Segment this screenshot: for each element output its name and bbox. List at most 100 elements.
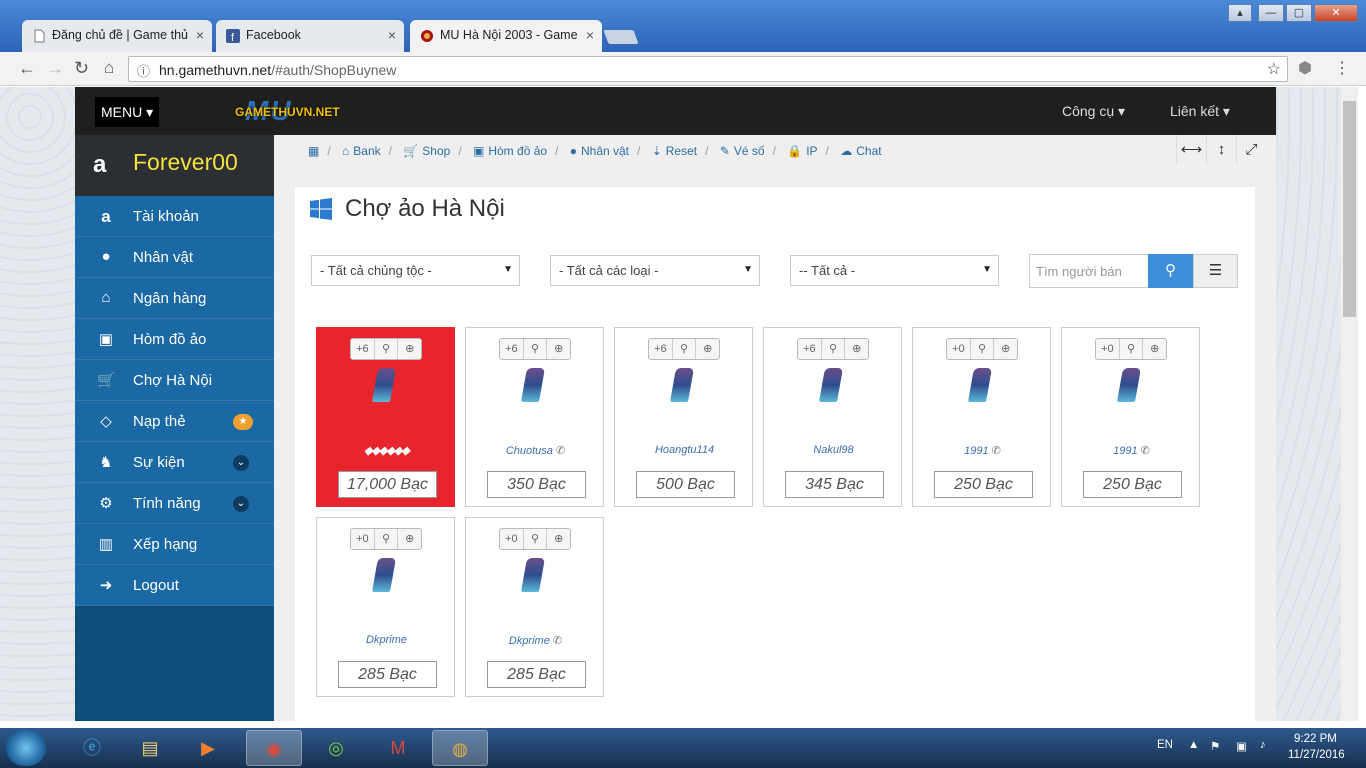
item-image[interactable]: [372, 558, 396, 592]
file-explorer-icon[interactable]: ▤: [122, 730, 178, 766]
crumb-lottery[interactable]: Vé số: [734, 144, 765, 158]
search-icon[interactable]: ⚲: [673, 339, 697, 359]
price-button[interactable]: 500 Bạc: [636, 471, 735, 498]
info-icon[interactable]: ⓘ: [137, 61, 150, 80]
race-filter-select[interactable]: - Tất cả chủng tộc - ▼: [311, 255, 520, 286]
browser-tab-1[interactable]: Đăng chủ đề | Game thủ ×: [22, 20, 212, 52]
sidebar-item-bank[interactable]: ⌂ Ngân hàng: [75, 278, 274, 319]
item-image[interactable]: [968, 368, 992, 402]
sidebar-item-character[interactable]: ● Nhân vật: [75, 237, 274, 278]
mu-launcher-icon[interactable]: M: [370, 730, 426, 766]
chrome-icon[interactable]: ◉: [246, 730, 302, 766]
sidebar-item-topup[interactable]: ◇ Nạp thẻ ★: [75, 401, 274, 442]
minimize-button[interactable]: —: [1258, 4, 1284, 22]
listing-card[interactable]: +0 ⚲ ⊕ 1991 ✆ 250 Bạc: [1061, 327, 1200, 507]
price-button[interactable]: 285 Bạc: [487, 661, 586, 688]
browser-tab-3[interactable]: MU Hà Nội 2003 - Game ×: [410, 20, 602, 52]
fullscreen-icon[interactable]: ⤢: [1236, 135, 1266, 165]
extension-icon[interactable]: ⬢: [1298, 58, 1312, 78]
item-image[interactable]: [819, 368, 843, 402]
listing-card[interactable]: +6 ⚲ ⊕ Chuotusa ✆ 350 Bạc: [465, 327, 604, 507]
zoom-in-icon[interactable]: ⊕: [994, 339, 1017, 359]
zoom-in-icon[interactable]: ⊕: [547, 339, 570, 359]
type-filter-select[interactable]: - Tất cả các loại - ▼: [550, 255, 760, 286]
home-icon[interactable]: ⌂: [104, 58, 114, 78]
crumb-vault[interactable]: Hòm đồ ảo: [488, 144, 547, 158]
chevron-down-icon[interactable]: ⌄: [233, 496, 249, 512]
price-button[interactable]: 350 Bạc: [487, 471, 586, 498]
zoom-in-icon[interactable]: ⊕: [1143, 339, 1166, 359]
site-logo[interactable]: MU GAMETHUVN.NET: [235, 95, 355, 126]
forward-arrow-icon[interactable]: →: [46, 58, 64, 79]
page-scrollbar[interactable]: [1341, 87, 1358, 721]
new-tab-button[interactable]: [603, 30, 639, 44]
back-arrow-icon[interactable]: ←: [18, 58, 36, 79]
clock-time[interactable]: 9:22 PM: [1294, 733, 1337, 745]
action-center-icon[interactable]: ⚑: [1210, 739, 1220, 753]
listing-card[interactable]: +0 ⚲ ⊕ 1991 ✆ 250 Bạc: [912, 327, 1051, 507]
zoom-in-icon[interactable]: ⊕: [398, 339, 421, 359]
language-indicator[interactable]: EN: [1157, 739, 1173, 751]
search-icon[interactable]: ⚲: [524, 529, 548, 549]
close-tab-icon[interactable]: ×: [388, 27, 396, 43]
sidebar-item-logout[interactable]: ➜ Logout: [75, 565, 274, 606]
media-player-icon[interactable]: ▶: [180, 730, 236, 766]
menu-button[interactable]: MENU ▾: [95, 97, 160, 127]
seller-name[interactable]: Chuotusa ✆: [466, 444, 605, 457]
crumb-reset[interactable]: Reset: [666, 144, 697, 158]
horizontal-expand-icon[interactable]: ⟷: [1176, 135, 1206, 165]
network-icon[interactable]: ▣: [1236, 739, 1247, 753]
seller-search-input[interactable]: Tìm người bán: [1029, 254, 1149, 288]
maximize-button[interactable]: ▢: [1286, 4, 1312, 22]
zoom-in-icon[interactable]: ⊕: [845, 339, 868, 359]
seller-name[interactable]: Dkprime: [317, 634, 456, 646]
address-bar[interactable]: ⓘ hn.gamethuvn.net/#auth/ShopBuynew ☆: [128, 56, 1288, 82]
browser-tab-2[interactable]: f Facebook ×: [216, 20, 404, 52]
crumb-character[interactable]: Nhân vật: [581, 144, 629, 158]
item-image[interactable]: [521, 558, 545, 592]
listing-card[interactable]: +6 ⚲ ⊕ Nakul98 345 Bạc: [763, 327, 902, 507]
search-icon[interactable]: ⚲: [822, 339, 846, 359]
sidebar-item-events[interactable]: ♞ Sự kiện ⌄: [75, 442, 274, 483]
crumb-shop[interactable]: Shop: [422, 144, 450, 158]
tools-dropdown[interactable]: Công cụ ▾: [1062, 103, 1125, 120]
close-tab-icon[interactable]: ×: [196, 27, 204, 43]
item-image[interactable]: [521, 368, 545, 402]
links-dropdown[interactable]: Liên kết ▾: [1170, 103, 1230, 120]
clock-date[interactable]: 11/27/2016: [1288, 749, 1345, 761]
seller-name[interactable]: 1991 ✆: [913, 444, 1052, 457]
search-icon[interactable]: ⚲: [971, 339, 995, 359]
zoom-in-icon[interactable]: ⊕: [547, 529, 570, 549]
sidebar-item-vault[interactable]: ▣ Hòm đồ ảo: [75, 319, 274, 360]
crumb-chat[interactable]: Chat: [856, 144, 881, 158]
price-button[interactable]: 345 Bạc: [785, 471, 884, 498]
zoom-in-icon[interactable]: ⊕: [696, 339, 719, 359]
level-filter-select[interactable]: -- Tất cả - ▼: [790, 255, 999, 286]
chevron-down-icon[interactable]: ⌄: [233, 455, 249, 471]
sidebar-item-account[interactable]: a Tài khoản: [75, 196, 274, 237]
search-icon[interactable]: ⚲: [375, 339, 399, 359]
crumb-bank[interactable]: Bank: [353, 144, 380, 158]
item-image[interactable]: [670, 368, 694, 402]
calendar-icon[interactable]: ▦: [308, 144, 319, 158]
tray-expand-icon[interactable]: ▲: [1188, 739, 1199, 751]
search-icon[interactable]: ⚲: [375, 529, 399, 549]
listing-card[interactable]: +6 ⚲ ⊕ Hoangtu114 500 Bạc: [614, 327, 753, 507]
internet-explorer-icon[interactable]: ⓔ: [64, 730, 120, 766]
price-button[interactable]: 250 Bạc: [1083, 471, 1182, 498]
seller-name[interactable]: 1991 ✆: [1062, 444, 1201, 457]
volume-icon[interactable]: ♪: [1260, 739, 1266, 751]
start-button[interactable]: [6, 730, 46, 766]
crumb-ip[interactable]: IP: [806, 144, 817, 158]
listing-card[interactable]: +0 ⚲ ⊕ Dkprime 285 Bạc: [316, 517, 455, 697]
zoom-in-icon[interactable]: ⊕: [398, 529, 421, 549]
seller-name[interactable]: Dkprime ✆: [466, 634, 605, 647]
sidebar-item-ranking[interactable]: ▥ Xếp hạng: [75, 524, 274, 565]
seller-name[interactable]: Hoangtu114: [615, 444, 754, 456]
reload-icon[interactable]: ↻: [74, 58, 89, 79]
seller-name[interactable]: ◆◆◆◆◆◆: [317, 444, 456, 457]
item-image[interactable]: [372, 368, 396, 402]
profile-icon[interactable]: ▴: [1228, 4, 1252, 22]
vertical-expand-icon[interactable]: ↕: [1206, 135, 1236, 165]
sidebar-item-market[interactable]: 🛒 Chợ Hà Nội: [75, 360, 274, 401]
